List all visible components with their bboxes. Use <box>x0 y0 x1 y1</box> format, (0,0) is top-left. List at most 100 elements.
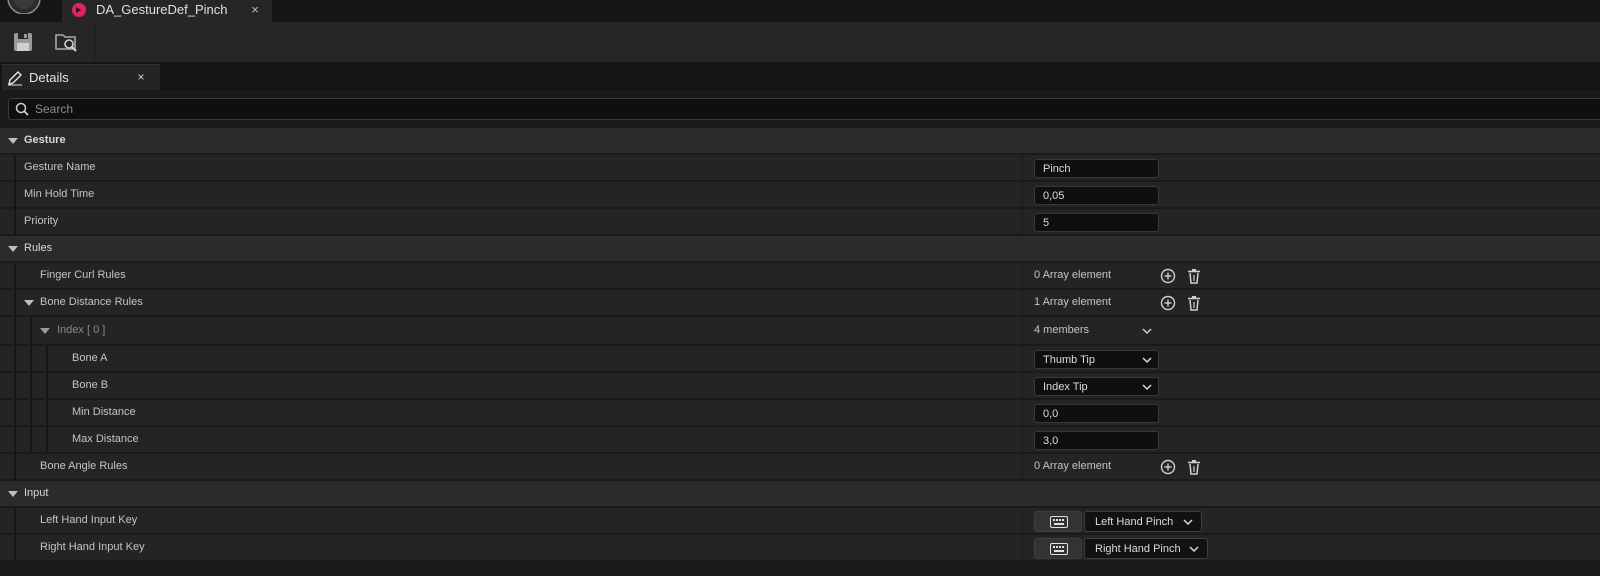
property-label: Bone Angle Rules <box>40 460 128 472</box>
property-gesture-name: Gesture Name <box>0 155 1600 181</box>
delete-all-icon[interactable] <box>1186 268 1202 284</box>
key-selector-button[interactable] <box>1034 538 1082 559</box>
unreal-logo-icon[interactable] <box>2 0 46 14</box>
details-pencil-icon <box>8 71 22 86</box>
property-right-hand-input-key: Right Hand Input Key Right Hand Pinch <box>0 535 1600 561</box>
chevron-down-icon <box>1189 546 1199 553</box>
property-label: Bone B <box>72 379 109 391</box>
document-tab-close-icon[interactable]: × <box>247 2 263 17</box>
property-bone-b: Bone B Index Tip <box>0 373 1600 399</box>
chevron-down-icon[interactable] <box>1142 327 1152 335</box>
property-index-0: Index [ 0 ] 4 members <box>0 317 1600 345</box>
indent-bar <box>14 535 16 561</box>
column-splitter[interactable] <box>1022 209 1023 235</box>
chevron-down-icon <box>1142 384 1152 391</box>
indent-bar <box>46 400 48 426</box>
property-left-hand-input-key: Left Hand Input Key Left Hand Pinch <box>0 508 1600 534</box>
indent-bar <box>30 373 32 399</box>
toolbar-separator <box>94 22 95 62</box>
right-hand-key-combo[interactable]: Right Hand Pinch <box>1084 538 1208 559</box>
add-element-icon[interactable] <box>1160 268 1176 284</box>
property-label: Max Distance <box>72 433 139 445</box>
min-distance-input[interactable] <box>1034 404 1159 423</box>
indent-bar <box>46 346 48 372</box>
keyboard-icon <box>1050 543 1068 555</box>
indent-bar <box>14 155 16 181</box>
min-hold-time-input[interactable] <box>1034 186 1159 205</box>
search-box[interactable] <box>8 98 1600 120</box>
property-label: Bone A <box>72 352 108 364</box>
combo-value: Index Tip <box>1043 381 1088 393</box>
title-bar: DA_GestureDef_Pinch × <box>0 0 1600 22</box>
key-selector-button[interactable] <box>1034 511 1082 532</box>
browse-to-asset-icon[interactable] <box>53 29 79 55</box>
details-tab-label: Details <box>29 70 69 85</box>
left-hand-key-combo[interactable]: Left Hand Pinch <box>1084 511 1202 532</box>
details-tab-close-icon[interactable]: × <box>134 70 148 84</box>
document-tab[interactable]: DA_GestureDef_Pinch × <box>62 0 272 22</box>
indent-bar <box>14 209 16 235</box>
expand-arrow-icon[interactable] <box>8 245 18 253</box>
array-count: 1 Array element <box>1034 296 1112 308</box>
indent-bar <box>46 373 48 399</box>
indent-bar <box>14 427 16 453</box>
indent-bar <box>46 427 48 453</box>
indent-bar <box>30 346 32 372</box>
category-label: Input <box>24 487 49 499</box>
combo-value: Left Hand Pinch <box>1095 516 1174 528</box>
asset-toolbar <box>0 22 1600 62</box>
combo-value: Right Hand Pinch <box>1095 543 1181 555</box>
max-distance-input[interactable] <box>1034 431 1159 450</box>
indent-bar <box>30 317 32 345</box>
indent-bar <box>14 508 16 534</box>
column-splitter[interactable] <box>1022 182 1023 208</box>
gesture-name-input[interactable] <box>1034 159 1159 178</box>
chevron-down-icon <box>1183 519 1193 526</box>
details-tab[interactable]: Details × <box>2 64 160 90</box>
column-splitter[interactable] <box>1022 454 1023 480</box>
column-splitter[interactable] <box>1022 535 1023 561</box>
expand-arrow-icon[interactable] <box>24 299 34 307</box>
category-label: Rules <box>24 242 53 254</box>
column-splitter[interactable] <box>1022 508 1023 534</box>
column-splitter[interactable] <box>1022 346 1023 372</box>
indent-bar <box>14 182 16 208</box>
column-splitter[interactable] <box>1022 373 1023 399</box>
property-min-distance: Min Distance <box>0 400 1600 426</box>
bone-b-combo[interactable]: Index Tip <box>1034 377 1159 396</box>
save-icon[interactable] <box>10 29 36 55</box>
column-splitter[interactable] <box>1022 263 1023 289</box>
search-input[interactable] <box>35 99 1535 119</box>
array-count: 0 Array element <box>1034 269 1112 281</box>
property-label: Min Hold Time <box>24 188 95 200</box>
panel-tab-bar: Details × <box>0 62 1600 90</box>
property-bone-distance-rules: Bone Distance Rules 1 Array element <box>0 290 1600 316</box>
category-label: Gesture <box>24 134 66 146</box>
delete-all-icon[interactable] <box>1186 295 1202 311</box>
bone-a-combo[interactable]: Thumb Tip <box>1034 350 1159 369</box>
column-splitter[interactable] <box>1022 427 1023 453</box>
data-asset-icon <box>72 3 86 17</box>
column-splitter[interactable] <box>1022 400 1023 426</box>
column-splitter[interactable] <box>1022 290 1023 316</box>
property-label: Min Distance <box>72 406 136 418</box>
category-input[interactable]: Input <box>0 481 1600 507</box>
add-element-icon[interactable] <box>1160 295 1176 311</box>
property-finger-curl-rules: Finger Curl Rules 0 Array element <box>0 263 1600 289</box>
priority-input[interactable] <box>1034 213 1159 232</box>
property-label: Finger Curl Rules <box>40 269 126 281</box>
delete-all-icon[interactable] <box>1186 459 1202 475</box>
column-splitter[interactable] <box>1022 155 1023 181</box>
array-count: 0 Array element <box>1034 460 1112 472</box>
expand-arrow-icon[interactable] <box>40 327 50 335</box>
indent-bar <box>14 346 16 372</box>
indent-bar <box>14 317 16 345</box>
category-rules[interactable]: Rules <box>0 236 1600 262</box>
add-element-icon[interactable] <box>1160 459 1176 475</box>
expand-arrow-icon[interactable] <box>8 137 18 145</box>
property-min-hold-time: Min Hold Time <box>0 182 1600 208</box>
category-gesture[interactable]: Gesture <box>0 128 1600 154</box>
property-bone-angle-rules: Bone Angle Rules 0 Array element <box>0 454 1600 480</box>
expand-arrow-icon[interactable] <box>8 490 18 498</box>
column-splitter[interactable] <box>1022 317 1023 345</box>
